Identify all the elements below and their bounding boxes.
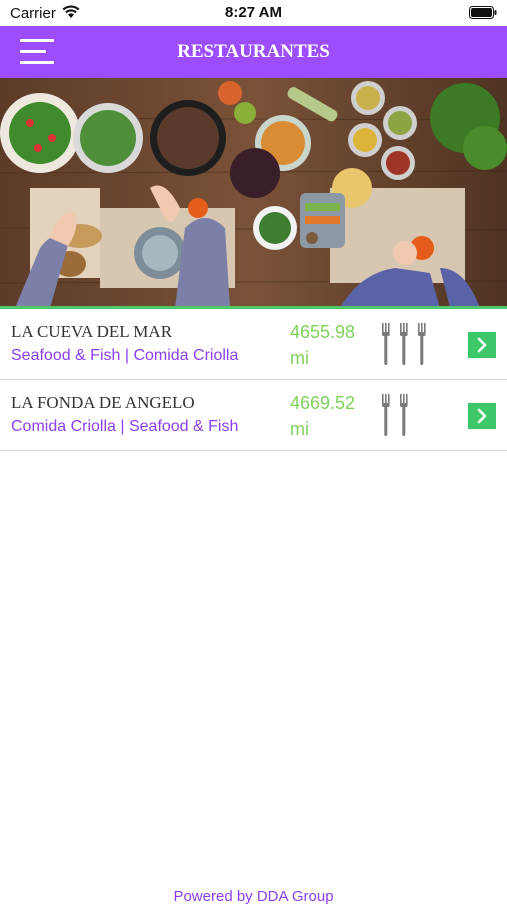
restaurant-distance: 4669.52 mi [290,390,378,442]
restaurant-distance: 4655.98 mi [290,319,378,371]
status-bar: Carrier 8:27 AM [0,0,507,26]
restaurant-name: LA CUEVA DEL MAR [11,322,173,341]
open-restaurant-button[interactable] [468,332,496,358]
fork-icon [382,323,390,365]
fork-rating-icon [382,394,408,436]
battery-icon [469,6,497,19]
restaurant-categories: Seafood & Fish | Comida Criolla [11,347,239,364]
hero-food-image [0,78,507,308]
fork-rating-icon [382,323,426,365]
open-restaurant-button[interactable] [468,403,496,429]
fork-icon [418,323,426,365]
distance-unit: mi [290,348,309,368]
fork-icon [400,394,408,436]
fork-icon [400,323,408,365]
restaurant-name: LA FONDA DE ANGELO [11,393,195,412]
distance-value: 4669.52 [290,393,356,413]
page-title: RESTAURANTES [177,41,330,62]
restaurant-categories: Comida Criolla | Seafood & Fish [11,418,239,435]
footer-credit: Powered by DDA Group [173,888,334,905]
status-time: 8:27 AM [225,4,282,21]
restaurant-row[interactable]: LA FONDA DE ANGELO Comida Criolla | Seaf… [0,380,507,451]
restaurant-row[interactable]: LA CUEVA DEL MAR Seafood & Fish | Comida… [0,309,507,380]
restaurant-list: LA CUEVA DEL MAR Seafood & Fish | Comida… [0,309,507,451]
fork-icon [382,394,390,436]
nav-bar: RESTAURANTES [0,26,507,78]
distance-value: 4655.98 [290,322,356,342]
chevron-right-icon [477,337,487,353]
chevron-right-icon [477,408,487,424]
distance-unit: mi [290,419,309,439]
